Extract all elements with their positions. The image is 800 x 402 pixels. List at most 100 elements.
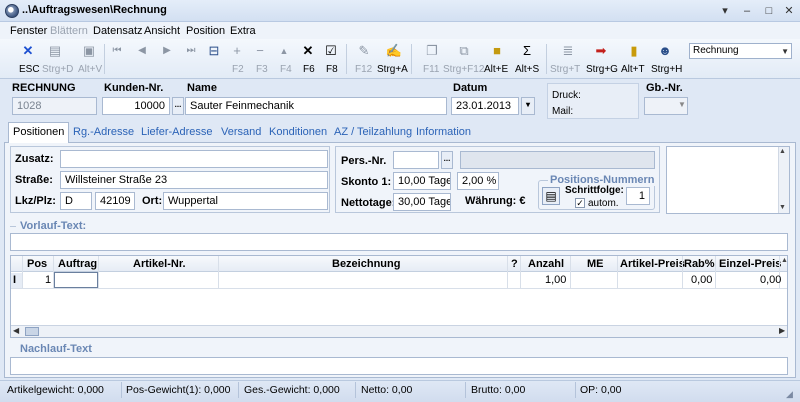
scroll-up-icon[interactable]: ▲ bbox=[779, 148, 786, 155]
scroll-right-icon[interactable]: ▶ bbox=[779, 326, 785, 335]
tb-label-f12: F12 bbox=[355, 64, 373, 75]
kunden-field[interactable]: 10000 bbox=[102, 97, 170, 115]
skonto-days-field[interactable]: 10,00 Tage bbox=[393, 172, 451, 190]
sum-icon[interactable]: Σ bbox=[518, 43, 536, 59]
tab-teilzahlung[interactable]: AZ / Teilzahlung bbox=[334, 124, 412, 142]
col-artikel-nr[interactable]: Artikel-Nr. bbox=[133, 257, 186, 273]
up-icon[interactable]: ▲ bbox=[275, 43, 293, 59]
person-icon[interactable]: ☻ bbox=[656, 43, 674, 59]
tab-positionen[interactable]: Positionen bbox=[8, 122, 70, 143]
autom-checkbox[interactable]: ✓ bbox=[575, 198, 585, 208]
datum-dropdown-button[interactable]: ▾ bbox=[521, 97, 535, 115]
menu-ansicht[interactable]: Ansicht bbox=[144, 25, 180, 37]
kunden-lookup-button[interactable]: ... bbox=[172, 97, 184, 115]
tb-label-strg-g: Strg+G bbox=[586, 64, 618, 75]
mode-select[interactable]: Rechnung ▼ bbox=[689, 43, 792, 59]
pers-nr-field[interactable] bbox=[393, 151, 439, 169]
menu-fenster[interactable]: Fenster bbox=[10, 25, 47, 37]
zusatz-field[interactable] bbox=[60, 150, 328, 168]
name-field[interactable]: Sauter Feinmechanik bbox=[185, 97, 447, 115]
window-menu-icon[interactable]: ▾ bbox=[716, 3, 734, 19]
stamp-icon[interactable]: ✎ bbox=[355, 43, 373, 59]
col-bezeichnung[interactable]: Bezeichnung bbox=[332, 257, 400, 273]
box-icon[interactable]: ■ bbox=[488, 43, 506, 59]
col-artikel-preis[interactable]: Artikel-Preis bbox=[620, 257, 685, 273]
monitor-icon[interactable]: ▣ bbox=[80, 43, 98, 59]
chevron-down-icon: ▼ bbox=[781, 47, 789, 56]
menu-datensatz[interactable]: Datensatz bbox=[93, 25, 143, 37]
prev-icon[interactable]: ◀ bbox=[133, 43, 151, 59]
cell-rab[interactable]: 0,00 bbox=[691, 274, 712, 286]
minus-icon[interactable]: − bbox=[251, 43, 269, 59]
col-rab[interactable]: Rab% bbox=[684, 257, 715, 273]
col-pos[interactable]: Pos bbox=[27, 257, 47, 273]
forward-icon[interactable]: ➡ bbox=[592, 43, 610, 59]
resize-grip-icon[interactable]: ◢ bbox=[786, 389, 793, 400]
plz-field[interactable]: 42109 bbox=[95, 192, 135, 210]
menu-position[interactable]: Position bbox=[186, 25, 225, 37]
lkz-field[interactable]: D bbox=[60, 192, 92, 210]
menu-extra[interactable]: Extra bbox=[230, 25, 256, 37]
schrittfolge-field[interactable]: 1 bbox=[626, 187, 650, 205]
col-me[interactable]: ME bbox=[587, 257, 604, 273]
next-icon[interactable]: ▶ bbox=[158, 43, 176, 59]
close-icon[interactable]: ✕ bbox=[780, 3, 798, 19]
col-einzel-preis[interactable]: Einzel-Preis bbox=[719, 257, 781, 273]
cell-einzel-preis[interactable]: 0,00 bbox=[760, 274, 781, 286]
nachlauf-label: Nachlauf-Text bbox=[20, 343, 92, 355]
lkz-plz-label: Lkz/Plz: bbox=[15, 195, 56, 207]
check-icon[interactable]: ☑ bbox=[322, 43, 340, 59]
x-icon[interactable]: ✕ bbox=[299, 43, 317, 59]
tb-label-alt-t: Alt+T bbox=[621, 64, 645, 75]
minimize-icon[interactable]: – bbox=[738, 3, 756, 19]
tab-liefer-adresse[interactable]: Liefer-Adresse bbox=[141, 124, 213, 142]
cell-pos[interactable]: 1 bbox=[45, 274, 51, 286]
tab-versand[interactable]: Versand bbox=[221, 124, 261, 142]
last-icon[interactable]: ⏭ bbox=[182, 43, 200, 59]
book-icon[interactable]: ▮ bbox=[625, 43, 643, 59]
zusatz-label: Zusatz: bbox=[15, 153, 54, 165]
druck-label: Druck: bbox=[552, 90, 581, 101]
rechnung-field[interactable]: 1028 bbox=[12, 97, 97, 115]
copy-icon[interactable]: ❐ bbox=[423, 43, 441, 59]
skonto-pct-field[interactable]: 2,00 % bbox=[457, 172, 499, 190]
toolbar-separator bbox=[346, 44, 347, 74]
status-separator bbox=[465, 382, 466, 398]
app-icon[interactable] bbox=[5, 4, 19, 18]
cell-auftrag[interactable] bbox=[54, 272, 98, 288]
renumber-icon[interactable]: ▤ bbox=[542, 187, 560, 205]
first-icon[interactable]: ⏮ bbox=[108, 43, 126, 59]
tree-icon[interactable]: ⧉ bbox=[455, 43, 473, 59]
strasse-field[interactable]: Willsteiner Straße 23 bbox=[60, 171, 328, 189]
tab-konditionen[interactable]: Konditionen bbox=[269, 124, 327, 142]
col-auftrag[interactable]: Auftrag bbox=[58, 257, 97, 273]
pers-lookup-button[interactable]: ... bbox=[441, 151, 453, 169]
split-icon[interactable]: ⊟ bbox=[205, 43, 223, 59]
plus-icon[interactable]: + bbox=[228, 43, 246, 59]
name-label: Name bbox=[187, 82, 217, 94]
grid-scroll-up-icon[interactable]: ▲ bbox=[781, 257, 788, 264]
menu-blaettern[interactable]: Blättern bbox=[50, 25, 88, 37]
scroll-thumb[interactable] bbox=[25, 327, 39, 336]
memo-box[interactable] bbox=[666, 146, 790, 214]
sign-icon[interactable]: ✍ bbox=[385, 43, 403, 59]
cell-anzahl[interactable]: 1,00 bbox=[545, 274, 566, 286]
nachlauf-field[interactable] bbox=[10, 357, 788, 375]
nettotage-field[interactable]: 30,00 Tage bbox=[393, 193, 451, 211]
col-anzahl[interactable]: Anzahl bbox=[528, 257, 564, 273]
print-icon[interactable]: ▤ bbox=[46, 43, 64, 59]
col-question[interactable]: ? bbox=[511, 257, 518, 273]
ort-field[interactable]: Wuppertal bbox=[163, 192, 328, 210]
tab-rg-adresse[interactable]: Rg.-Adresse bbox=[73, 124, 134, 142]
close-x-icon[interactable]: ✕ bbox=[19, 43, 37, 59]
scroll-down-icon[interactable]: ▼ bbox=[779, 204, 786, 211]
grid-hscrollbar[interactable] bbox=[11, 325, 787, 337]
maximize-icon[interactable]: □ bbox=[760, 3, 778, 19]
pers-nr-label: Pers.-Nr. bbox=[341, 155, 387, 167]
scroll-left-icon[interactable]: ◀ bbox=[13, 326, 19, 335]
tab-information[interactable]: Information bbox=[416, 124, 471, 142]
vorlauf-field[interactable] bbox=[10, 233, 788, 251]
schrittfolge-label: Schrittfolge: bbox=[565, 185, 624, 196]
datum-field[interactable]: 23.01.2013 bbox=[451, 97, 519, 115]
list-icon[interactable]: ≣ bbox=[559, 43, 577, 59]
